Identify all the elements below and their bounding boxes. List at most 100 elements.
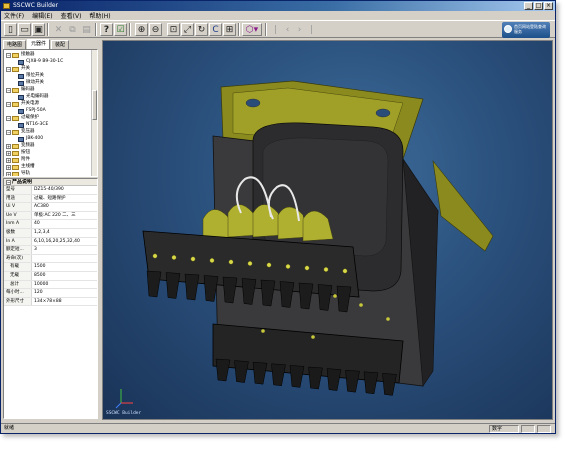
rotate-icon[interactable]: C — [209, 23, 222, 36]
close-button[interactable]: × — [544, 2, 553, 10]
property-row[interactable]: Inm A 40 — [4, 220, 97, 229]
property-row[interactable]: Ue V 单极:AC 220 二、三 — [4, 211, 97, 221]
property-row[interactable]: In A 6,10,16,20,25,32,40 — [4, 237, 97, 247]
tree-folder[interactable]: − 接触器 — [6, 52, 35, 58]
tree-item[interactable]: CJX8-9 B9-30-1C — [18, 59, 63, 65]
menu-view[interactable]: 查看(V) — [61, 11, 82, 20]
zoom-fit-icon[interactable]: ⤢ — [181, 23, 194, 36]
property-row[interactable]: 寿命(次) — [4, 254, 97, 264]
property-row[interactable]: 总计 10000 — [4, 280, 97, 290]
view-cube-icon[interactable]: ⬡▾ — [242, 23, 262, 36]
title-bar: SSCWC Builder _ □ × — [1, 1, 555, 11]
property-value: 1500 — [34, 264, 46, 270]
property-value: 6,10,16,20,25,32,40 — [34, 238, 80, 244]
tree-folder[interactable]: + 附件 — [6, 157, 30, 163]
expand-icon[interactable]: + — [6, 157, 11, 163]
tree-folder[interactable]: + 主线槽 — [6, 164, 35, 170]
property-row[interactable]: 额定短... 3 — [4, 246, 97, 255]
help-icon[interactable]: ? — [100, 23, 113, 36]
terminal-tooth — [165, 272, 181, 299]
expand-icon[interactable]: + — [6, 143, 11, 149]
collapse-icon[interactable]: − — [6, 52, 11, 58]
terminal-screw — [171, 255, 177, 260]
collapse-icon[interactable]: − — [6, 180, 11, 185]
brand-logo[interactable]: 首页网站登陆查询服务 — [502, 22, 550, 38]
pan-icon[interactable]: ↻ — [195, 23, 208, 36]
property-row[interactable]: 外形尺寸 134×78×88 — [4, 297, 97, 307]
property-row[interactable]: Ui V AC380 — [4, 203, 97, 212]
menu-help[interactable]: 帮助(H) — [89, 11, 110, 20]
collapse-icon[interactable]: − — [6, 87, 11, 93]
property-value: DZ15-40/390 — [34, 187, 64, 192]
view-all-icon[interactable]: ⊞ — [223, 23, 236, 36]
tab-1[interactable]: 元器件 — [27, 39, 51, 49]
toolbar-separator — [47, 23, 49, 36]
check-icon[interactable]: ☑ — [114, 23, 127, 36]
zoom-window-icon[interactable]: ⊡ — [167, 23, 180, 36]
minimize-button[interactable]: _ — [524, 2, 533, 10]
tree-folder[interactable]: − 开关 — [6, 66, 30, 72]
collapse-icon[interactable]: − — [6, 101, 11, 107]
menu-bar: 文件(F) 编辑(E) 查看(V) 帮助(H) — [1, 11, 555, 20]
expand-icon[interactable]: + — [6, 164, 11, 170]
component-icon — [18, 80, 24, 86]
open-icon[interactable]: ▭ — [18, 23, 31, 36]
property-key: 无载 — [4, 271, 32, 280]
3d-viewport[interactable]: SSCWC Builder — [102, 40, 553, 420]
expand-icon[interactable]: + — [6, 171, 11, 176]
cut-icon[interactable]: ✕ — [52, 23, 65, 36]
zoom-out-icon[interactable]: ⊖ — [149, 23, 162, 36]
property-row[interactable]: 极数 1,2,3,4 — [4, 228, 97, 238]
menu-file[interactable]: 文件(F) — [4, 11, 24, 20]
property-row[interactable]: 每小时... 120 — [4, 289, 97, 298]
collapse-icon[interactable]: − — [6, 129, 11, 135]
terminal-tooth — [271, 363, 286, 387]
last-icon[interactable]: | — [305, 23, 318, 36]
tab-2[interactable]: 装配 — [51, 40, 70, 49]
menu-edit[interactable]: 编辑(E) — [32, 11, 52, 20]
property-row[interactable]: 无载 8500 — [4, 271, 97, 281]
property-row[interactable]: 用途 过载、短路保护 — [4, 194, 97, 204]
tree-item[interactable]: 光电编码器 — [18, 94, 49, 100]
tree-folder[interactable]: − 编码器 — [6, 87, 35, 93]
property-key: 寿命(次) — [4, 254, 32, 263]
property-value: 8500 — [34, 272, 46, 278]
save-icon[interactable]: ▣ — [32, 23, 45, 36]
logo-text: 首页网站登陆查询服务 — [514, 24, 546, 34]
logo-icon — [504, 25, 512, 33]
tree-folder[interactable]: + 变频器 — [6, 143, 35, 149]
tree-label: FSPJ-50A — [26, 108, 46, 113]
window-title: SSCWC Builder — [13, 2, 59, 9]
copy-icon[interactable]: ⧉ — [66, 23, 79, 36]
component-tree: − 接触器 CJX8-9 B9-30-1C − 开关 限位开关 微动开关 − 编码器 光电编码器 −… — [3, 49, 98, 177]
zoom-in-icon[interactable]: ⊕ — [135, 23, 148, 36]
maximize-button[interactable]: □ — [534, 2, 543, 10]
terminal-tooth — [326, 368, 342, 391]
new-icon[interactable]: ▯ — [4, 23, 17, 36]
paste-icon[interactable]: ▤ — [80, 23, 93, 36]
tree-folder[interactable]: − 过载保护 — [6, 115, 39, 121]
expand-icon[interactable]: + — [6, 150, 11, 156]
tree-scrollbar[interactable] — [91, 50, 97, 176]
tree-label: 变压器 — [21, 129, 35, 134]
property-section-header[interactable]: − 产品说明 — [4, 179, 97, 186]
tab-0[interactable]: 电路图 — [3, 40, 27, 49]
marker-dot — [311, 335, 315, 339]
tree-item[interactable]: NT16-3CE — [18, 122, 48, 128]
toolbar-separator — [265, 23, 267, 36]
scrollbar-thumb[interactable] — [92, 90, 97, 120]
tree-item[interactable]: 微动开关 — [18, 80, 44, 86]
tree-folder[interactable]: − 变压器 — [6, 129, 35, 135]
property-value: 过载、短路保护 — [34, 195, 66, 201]
property-row[interactable]: 型号 DZ15-40/390 — [4, 186, 97, 195]
property-row[interactable]: 有载 1500 — [4, 263, 97, 272]
status-cell — [537, 425, 551, 433]
collapse-icon[interactable]: − — [6, 66, 11, 72]
tree-item[interactable]: FSPJ-50A — [18, 108, 46, 114]
tree-folder[interactable]: − 开关电源 — [6, 101, 39, 107]
tree-item[interactable]: 限位开关 — [18, 73, 44, 79]
tree-folder[interactable]: + 按钮 — [6, 150, 30, 156]
collapse-icon[interactable]: − — [6, 115, 11, 121]
tree-folder[interactable]: + 导轨 — [6, 171, 30, 176]
tree-item[interactable]: JBK-400 — [18, 136, 43, 142]
